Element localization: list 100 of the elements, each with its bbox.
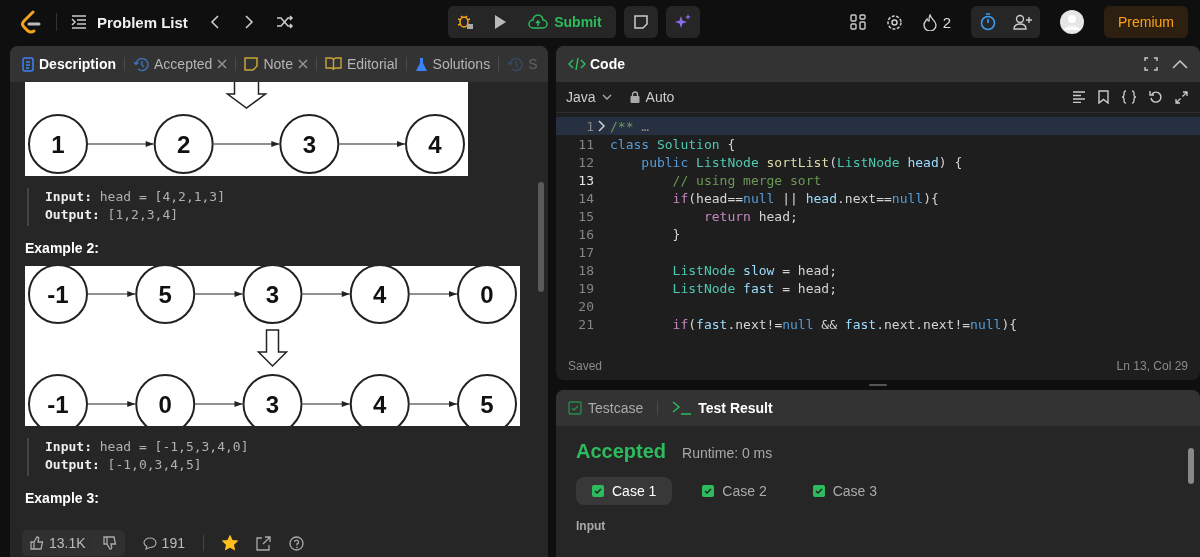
flask-icon xyxy=(414,56,428,72)
list-node: -1 xyxy=(28,374,88,426)
list-node: -1 xyxy=(28,266,88,324)
panel-tab[interactable]: Solutions xyxy=(412,52,493,76)
streak-counter[interactable]: 2 xyxy=(922,13,951,31)
resize-handle[interactable] xyxy=(869,384,887,386)
code-line: ListNode slow = head; xyxy=(671,262,837,278)
line-number: 15 xyxy=(577,208,594,224)
cloud-upload-icon xyxy=(528,14,549,30)
link-arrow xyxy=(213,141,280,147)
expand-icon[interactable] xyxy=(1175,90,1188,104)
line-number: 14 xyxy=(577,190,594,206)
fold-chevron-icon[interactable] xyxy=(598,120,606,132)
layout-icon[interactable] xyxy=(849,14,866,30)
panel-tab[interactable]: Editorial xyxy=(322,52,400,76)
note-icon xyxy=(244,57,259,71)
link-arrow xyxy=(87,291,136,297)
history-icon xyxy=(507,56,524,72)
format-icon[interactable] xyxy=(1072,91,1086,103)
code-icon xyxy=(568,57,586,71)
list-icon xyxy=(71,15,87,29)
list-node: 5 xyxy=(457,374,517,426)
settings-icon[interactable] xyxy=(885,13,903,31)
checkbox-icon xyxy=(568,401,582,415)
down-arrow xyxy=(225,82,268,109)
link-arrow xyxy=(87,401,136,407)
terminal-icon xyxy=(672,401,693,415)
save-status: Saved xyxy=(568,359,603,373)
link-arrow xyxy=(409,291,458,297)
example-heading: Example 2: xyxy=(25,240,100,256)
example-output-text: Output: [1,2,3,4] xyxy=(45,206,180,224)
line-number: 13 xyxy=(577,172,594,188)
case-tab[interactable]: Case 3 xyxy=(796,477,894,505)
case-tab[interactable]: Case 2 xyxy=(686,477,783,505)
close-icon[interactable] xyxy=(297,59,308,69)
list-node: 0 xyxy=(135,374,196,426)
comment-icon xyxy=(142,536,157,550)
document-icon xyxy=(22,56,34,72)
panel-tab[interactable]: Description xyxy=(20,52,118,76)
code-line: } xyxy=(671,226,681,242)
link-arrow xyxy=(301,401,351,407)
history-icon xyxy=(133,56,149,72)
line-number: 16 xyxy=(577,226,594,242)
example-input-text: Input: head = [4,2,1,3] xyxy=(45,188,227,206)
fullscreen-icon[interactable] xyxy=(1144,57,1158,71)
list-node: 1 xyxy=(28,114,88,174)
line-number: 19 xyxy=(577,280,594,296)
chevron-down-icon xyxy=(601,94,612,100)
verdict-text: Accepted xyxy=(576,440,667,463)
close-icon[interactable] xyxy=(217,59,228,69)
shuffle-icon[interactable] xyxy=(275,14,294,30)
problem-list-button[interactable]: Problem List xyxy=(71,13,188,31)
code-line: return head; xyxy=(702,208,798,224)
line-number: 12 xyxy=(577,154,594,170)
panel-tab[interactable]: Accepted xyxy=(131,52,230,76)
input-label: Input xyxy=(576,519,607,533)
avatar-icon[interactable] xyxy=(1060,10,1084,34)
collapse-icon[interactable] xyxy=(1172,59,1188,69)
list-node: 3 xyxy=(242,374,303,426)
reset-icon[interactable] xyxy=(1149,90,1163,104)
panel-title: Code xyxy=(568,56,625,72)
case-tab[interactable]: Case 1 xyxy=(576,477,673,505)
panel-tab[interactable]: Note xyxy=(242,52,310,76)
panel-tab[interactable]: Testcase xyxy=(568,400,644,416)
user-plus-icon xyxy=(1013,14,1033,30)
line-number: 1 xyxy=(585,118,594,134)
thumbs-down-icon xyxy=(102,536,117,550)
ai-button[interactable] xyxy=(665,6,700,38)
example-input-text: Input: head = [-1,5,3,4,0] xyxy=(45,438,250,456)
panel-tab[interactable]: Test Result xyxy=(672,400,773,416)
premium-button[interactable]: Premium xyxy=(1104,6,1188,38)
down-arrow xyxy=(256,329,289,368)
note-button[interactable] xyxy=(623,6,658,38)
list-node: 0 xyxy=(457,266,517,324)
help-icon[interactable] xyxy=(288,535,304,551)
language-dropdown[interactable]: Java xyxy=(566,89,612,105)
link-arrow xyxy=(409,401,458,407)
bug-icon xyxy=(456,13,475,31)
flame-icon xyxy=(922,13,937,31)
list-node: 4 xyxy=(405,114,465,174)
cursor-position: Ln 13, Col 29 xyxy=(1116,359,1188,373)
book-icon xyxy=(324,57,342,71)
bookmark-icon[interactable] xyxy=(1098,90,1109,104)
lock-icon xyxy=(629,91,640,103)
stopwatch-icon xyxy=(980,13,996,31)
note-icon xyxy=(632,14,649,30)
line-number: 11 xyxy=(577,136,594,152)
code-line: ListNode fast = head; xyxy=(671,280,837,296)
list-node: 3 xyxy=(242,266,303,324)
comments-button[interactable]: 191 xyxy=(142,535,185,551)
braces-icon[interactable] xyxy=(1121,90,1137,104)
code-line: if(head==null || head.next==null){ xyxy=(671,190,939,206)
example-heading: Example 3: xyxy=(25,490,100,506)
share-icon[interactable] xyxy=(255,535,271,551)
line-number: 18 xyxy=(577,262,594,278)
logo-icon[interactable] xyxy=(20,10,42,34)
code-line: // using merge sort xyxy=(671,172,822,188)
code-line: class Solution { xyxy=(610,136,736,152)
star-icon[interactable] xyxy=(221,535,238,551)
list-node: 3 xyxy=(279,114,340,174)
